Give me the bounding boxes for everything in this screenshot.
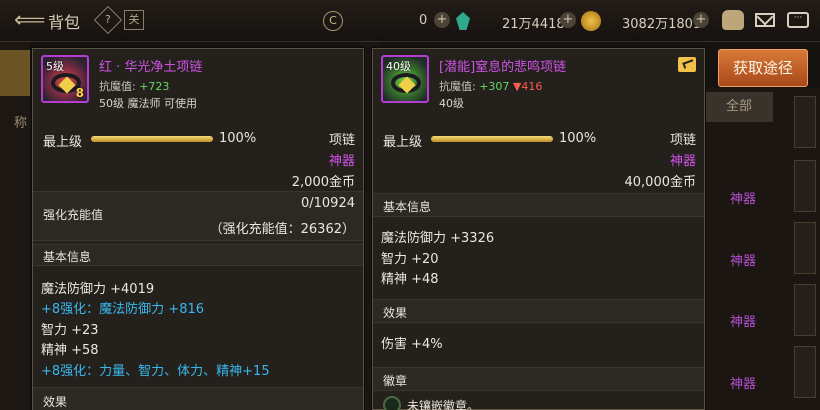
help-icon[interactable]: ? (93, 5, 123, 35)
item-level-text: 40级 (439, 97, 464, 110)
price-label: 40,000金币 (624, 175, 697, 190)
inventory-tab-strip: 称 (0, 42, 30, 410)
item-name: [潜能]窒息的悲鸣项链 (439, 60, 567, 75)
list-item-rarity: 神器 (730, 192, 757, 207)
stat-line: 魔法防御力 +3326 (381, 231, 495, 246)
enhance-progress: 0/10924 (300, 196, 355, 211)
usable-requirement: 50级 魔法师 可使用 (99, 97, 197, 110)
basic-info-header: 基本信息 (33, 244, 363, 266)
tab-all[interactable]: 全部 (705, 92, 773, 122)
basic-info-header: 基本信息 (373, 193, 704, 217)
list-item-rarity: 神器 (730, 254, 757, 269)
anti-magic-label: 抗魔值: (439, 80, 480, 93)
stat-line: 精神 +48 (381, 272, 439, 287)
max-level-bar-fill (91, 136, 213, 142)
slot-type: 项链 (669, 133, 696, 148)
anti-magic-line: 抗魔值: +307 ▼416 (439, 78, 542, 94)
item-tooltip-equipped: 5级 8 红 · 华光净土项链 抗魔值: +723 50级 魔法师 可使用 最上… (32, 48, 364, 410)
lock-icon[interactable]: 关 (124, 10, 144, 30)
list-item-slot[interactable] (794, 96, 816, 148)
item-level-badge: 5级 (46, 60, 64, 73)
chat-icon[interactable]: ··· (787, 12, 809, 28)
share-icon[interactable] (678, 57, 696, 72)
top-bar: ⟸ 背包 ? 关 C 0 + 21万4418 + 3082万1801 + ··· (0, 0, 820, 42)
enhance-title: 强化充能值 (43, 208, 104, 222)
basic-info-title: 基本信息 (43, 250, 92, 264)
list-item-slot[interactable] (794, 222, 816, 274)
help-glyph: ? (105, 13, 111, 26)
effect-header: 效果 (373, 299, 704, 323)
inventory-tab-label[interactable]: 称 (14, 112, 27, 131)
list-item-slot[interactable] (794, 284, 816, 336)
gem-icon (456, 12, 470, 30)
effect-title: 效果 (43, 395, 68, 409)
anti-magic-value: +723 (139, 80, 170, 93)
stat-line: 精神 +58 (41, 343, 99, 358)
max-level-percent: 100% (559, 131, 597, 146)
max-level-bar (91, 136, 213, 142)
currency-b-add-button[interactable]: + (560, 12, 576, 28)
list-item-rarity: 神器 (730, 377, 757, 392)
emblem-header: 徽章 (373, 367, 704, 391)
enhance-total: （强化充能值：26362） (209, 222, 355, 237)
list-item-slot[interactable] (794, 346, 816, 398)
back-arrow-icon[interactable]: ⟸ (14, 8, 46, 34)
stat-line: 智力 +20 (381, 252, 439, 267)
stat-line-enhance: +8强化：力量、智力、体力、精神+15 (41, 364, 270, 379)
currency-a-add-button[interactable]: + (434, 12, 450, 28)
emblem-status: 未镶嵌徽章。 (407, 399, 480, 410)
anti-magic-label: 抗魔值: (99, 80, 140, 93)
currency-a-value: 0 (419, 13, 428, 28)
effect-header: 效果 (33, 387, 363, 410)
currency-b-value: 21万4418 (502, 17, 565, 32)
necklace-icon: 5级 8 (41, 55, 89, 103)
list-item-rarity: 神器 (730, 315, 757, 330)
gold-coin-icon (581, 11, 601, 31)
currency-c-add-button[interactable]: + (693, 12, 709, 28)
stat-line: 魔法防御力 +4019 (41, 282, 155, 297)
item-level-badge: 40级 (386, 60, 411, 73)
effect-line: 伤害 +4% (381, 337, 443, 352)
max-level-percent: 100% (219, 131, 257, 146)
rarity-label: 神器 (669, 154, 696, 169)
stat-line-enhance: +8强化：魔法防御力 +816 (41, 302, 205, 317)
basic-info-title: 基本信息 (383, 200, 432, 214)
enhance-section: 强化充能值 0/10924 （强化充能值：26362） (33, 191, 363, 241)
anti-magic-diff: ▼416 (512, 80, 543, 93)
item-enhance-badge: 8 (75, 86, 84, 100)
max-level-bar-fill (431, 136, 553, 142)
stat-line: 智力 +23 (41, 323, 99, 338)
rarity-label: 神器 (328, 154, 355, 169)
currency-c-value: 3082万1801 (622, 17, 702, 32)
slot-type: 项链 (328, 133, 355, 148)
emblem-slot-icon[interactable] (383, 396, 401, 410)
price-label: 2,000金币 (291, 175, 355, 190)
effect-title: 效果 (383, 306, 408, 320)
mail-icon[interactable] (755, 13, 775, 27)
obtain-route-button[interactable]: 获取途径 (718, 49, 808, 87)
bag-icon[interactable] (722, 10, 744, 30)
max-level-label: 最上级 (43, 135, 83, 150)
list-item-slot[interactable] (794, 160, 816, 212)
inventory-tab-active[interactable] (0, 50, 30, 96)
anti-magic-line: 抗魔值: +723 (99, 78, 169, 94)
emblem-title: 徽章 (383, 374, 408, 388)
max-level-bar (431, 136, 553, 142)
necklace-icon: 40级 (381, 55, 429, 103)
max-level-label: 最上级 (383, 135, 423, 150)
page-title: 背包 (48, 13, 81, 32)
coin-icon: C (323, 11, 343, 31)
item-name: 红 · 华光净土项链 (99, 60, 203, 75)
anti-magic-value: +307 (479, 80, 510, 93)
item-tooltip-compare: 40级 [潜能]窒息的悲鸣项链 抗魔值: +307 ▼416 40级 最上级 1… (372, 48, 705, 410)
